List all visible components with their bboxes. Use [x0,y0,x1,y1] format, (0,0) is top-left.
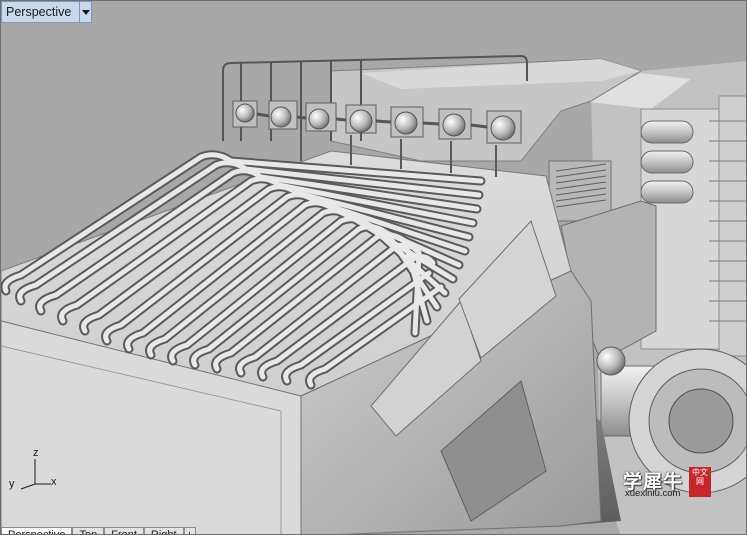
viewport-title[interactable]: Perspective [1,1,80,23]
tab-front[interactable]: Front [104,527,144,534]
world-axis-gizmo: z y x [7,447,67,491]
watermark-logo: 学犀牛 xuexiniu.com 中文网 [623,467,715,501]
model-render [1,1,746,534]
axis-y-label: y [9,478,15,490]
perspective-viewport[interactable]: Perspective z y x 学犀牛 xuexiniu.com 中文网 P… [0,0,747,535]
triangle-down-icon[interactable] [79,1,93,23]
watermark-url: xuexiniu.com [625,488,681,499]
viewport-title-bar[interactable]: Perspective [1,1,93,23]
add-view-icon[interactable]: + [183,527,196,534]
tab-perspective[interactable]: Perspective [1,527,73,534]
axis-z-label: z [33,447,39,459]
viewport-tabs: Perspective Top Front Right + [1,527,196,534]
tab-right[interactable]: Right [143,527,184,534]
watermark-seal: 中文网 [689,467,711,497]
axis-x-label: x [51,476,57,488]
tab-top[interactable]: Top [72,527,105,534]
